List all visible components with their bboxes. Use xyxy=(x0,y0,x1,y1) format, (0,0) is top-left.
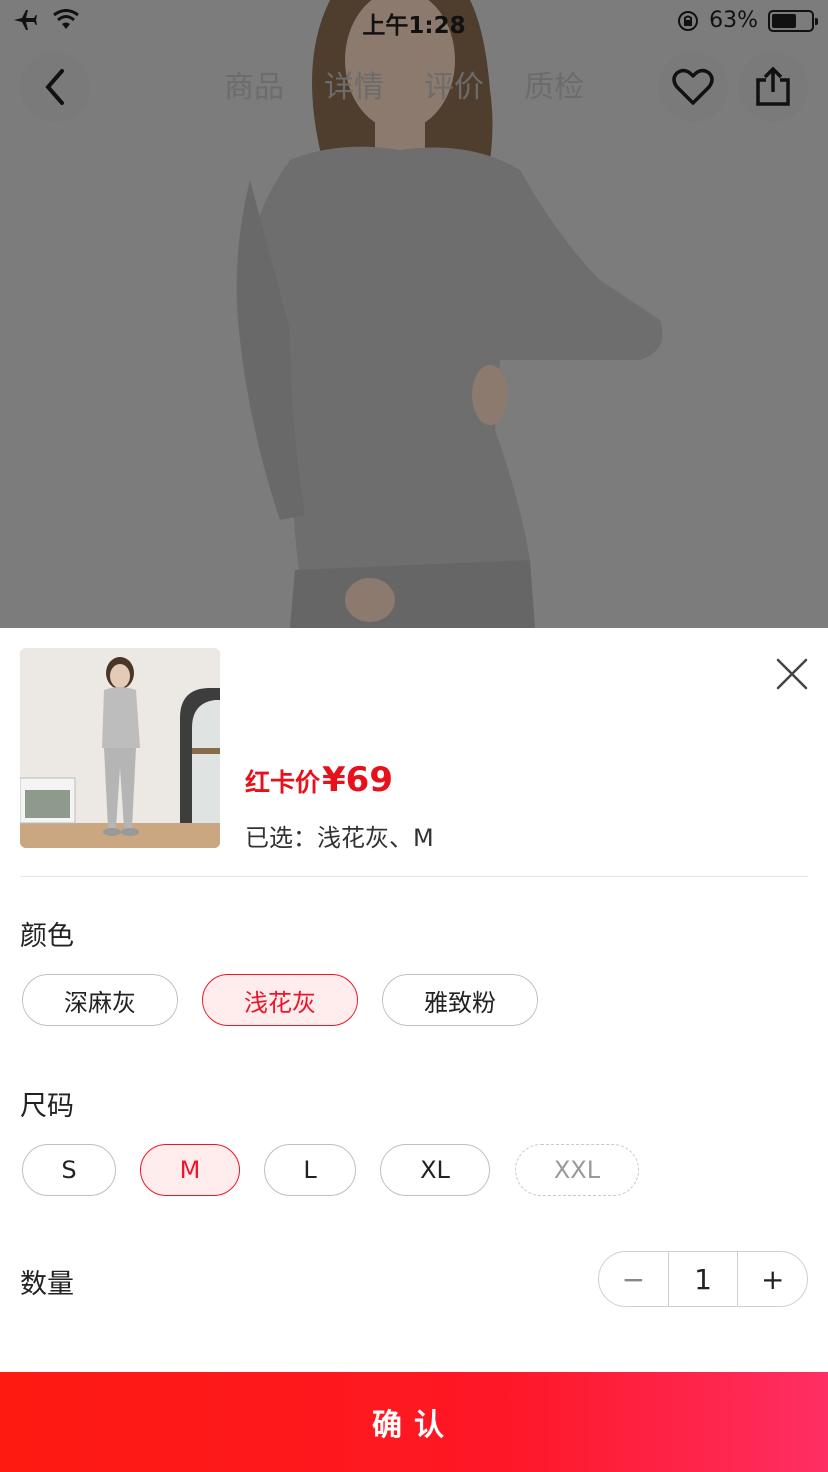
size-option-l[interactable]: L xyxy=(264,1144,356,1196)
rotation-lock-icon xyxy=(678,10,699,31)
share-button[interactable] xyxy=(738,52,808,122)
size-section-title: 尺码 xyxy=(20,1091,74,1122)
tab-quality[interactable]: 质检 xyxy=(524,62,584,106)
heart-icon xyxy=(672,68,714,105)
quantity-section-title: 数量 xyxy=(20,1269,74,1300)
selected-summary: 已选：浅花灰、M xyxy=(245,824,434,852)
battery-fill xyxy=(772,13,796,28)
confirm-button[interactable]: 确认 xyxy=(0,1372,828,1472)
chevron-left-icon xyxy=(45,69,64,105)
share-icon xyxy=(756,66,790,106)
size-option-xl[interactable]: XL xyxy=(380,1144,490,1196)
tab-goods[interactable]: 商品 xyxy=(224,62,284,106)
back-button[interactable] xyxy=(20,52,90,122)
price: 红卡价 ¥69 xyxy=(245,760,393,800)
battery-percent: 63% xyxy=(709,8,758,33)
battery-icon xyxy=(768,9,818,32)
price-label: 红卡价 xyxy=(245,768,321,797)
size-option-xxl: XXL xyxy=(515,1144,639,1196)
close-icon[interactable] xyxy=(770,652,814,696)
quantity-plus-button[interactable]: + xyxy=(738,1252,807,1306)
quantity-value[interactable]: 1 xyxy=(667,1252,739,1306)
quantity-minus-button[interactable]: − xyxy=(599,1252,668,1306)
sku-selector-sheet: 红卡价 ¥69 已选：浅花灰、M 颜色 深麻灰 浅花灰 雅致粉 尺码 S M L… xyxy=(0,628,828,1472)
tab-reviews[interactable]: 评价 xyxy=(424,62,484,106)
product-gallery[interactable]: 上午1:28 63% 商品 详情 评价 质检 xyxy=(0,0,828,628)
color-section-title: 颜色 xyxy=(20,921,74,952)
tab-details[interactable]: 详情 xyxy=(324,62,384,106)
quantity-stepper: − 1 + xyxy=(598,1251,808,1307)
divider xyxy=(20,876,808,877)
favorite-button[interactable] xyxy=(658,52,728,122)
color-option-light-gray[interactable]: 浅花灰 xyxy=(202,974,358,1026)
size-option-s[interactable]: S xyxy=(22,1144,116,1196)
size-option-m[interactable]: M xyxy=(140,1144,240,1196)
color-option-dark-gray[interactable]: 深麻灰 xyxy=(22,974,178,1026)
nav-tabs: 商品 详情 评价 质检 xyxy=(224,62,584,106)
color-option-pink[interactable]: 雅致粉 xyxy=(382,974,538,1026)
price-value: ¥69 xyxy=(322,760,393,800)
product-thumbnail-image xyxy=(20,648,220,848)
status-bar: 上午1:28 63% xyxy=(0,0,828,40)
product-thumbnail xyxy=(20,648,220,848)
